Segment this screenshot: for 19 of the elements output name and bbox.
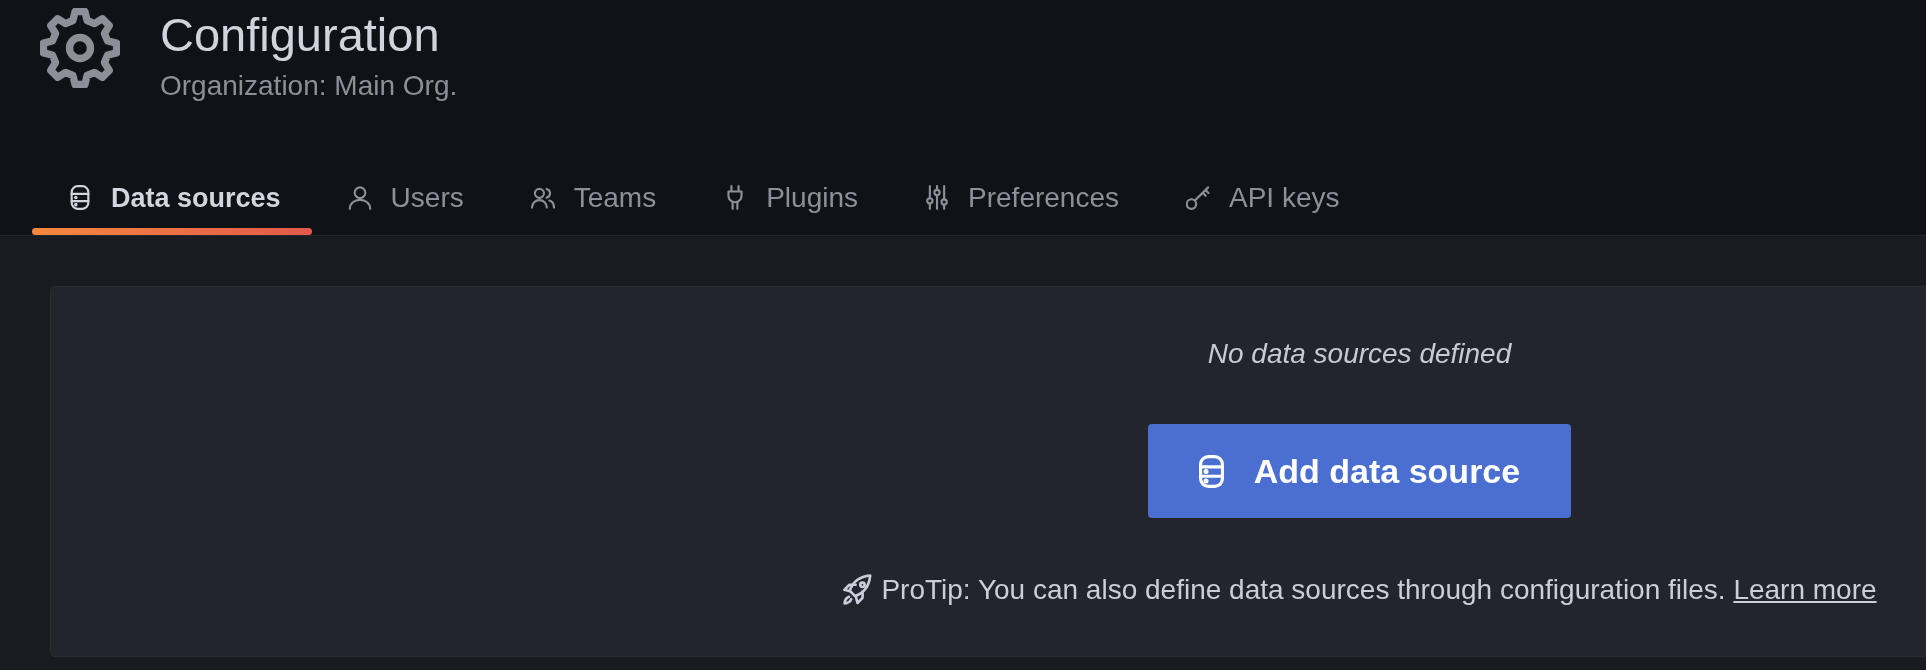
nav-tab[interactable]: API keys xyxy=(1150,168,1371,235)
user-icon xyxy=(347,185,372,210)
protip-text: ProTip: You can also define data sources through configuration files. Learn more xyxy=(881,574,1877,605)
settings-icon xyxy=(40,8,120,88)
nav-tab[interactable]: Teams xyxy=(494,168,688,235)
database-icon xyxy=(68,185,92,210)
database-icon xyxy=(1198,454,1224,488)
sliders-icon xyxy=(925,185,950,210)
key-icon xyxy=(1186,185,1210,210)
nav-tab[interactable]: Preferences xyxy=(889,168,1150,235)
users-icon xyxy=(530,185,555,210)
nav-tab[interactable]: Users xyxy=(311,168,495,235)
rocket-icon xyxy=(842,574,873,605)
nav-tab[interactable]: Data sources xyxy=(32,168,312,235)
empty-message: No data sources defined xyxy=(1207,339,1512,369)
nav-tab[interactable]: Plugins xyxy=(687,168,890,235)
learn-more-link[interactable]: Learn more xyxy=(1733,573,1877,605)
add-data-source-button[interactable]: Add data source xyxy=(1148,424,1571,518)
page-subtitle: Organization: Main Org. xyxy=(160,72,458,100)
